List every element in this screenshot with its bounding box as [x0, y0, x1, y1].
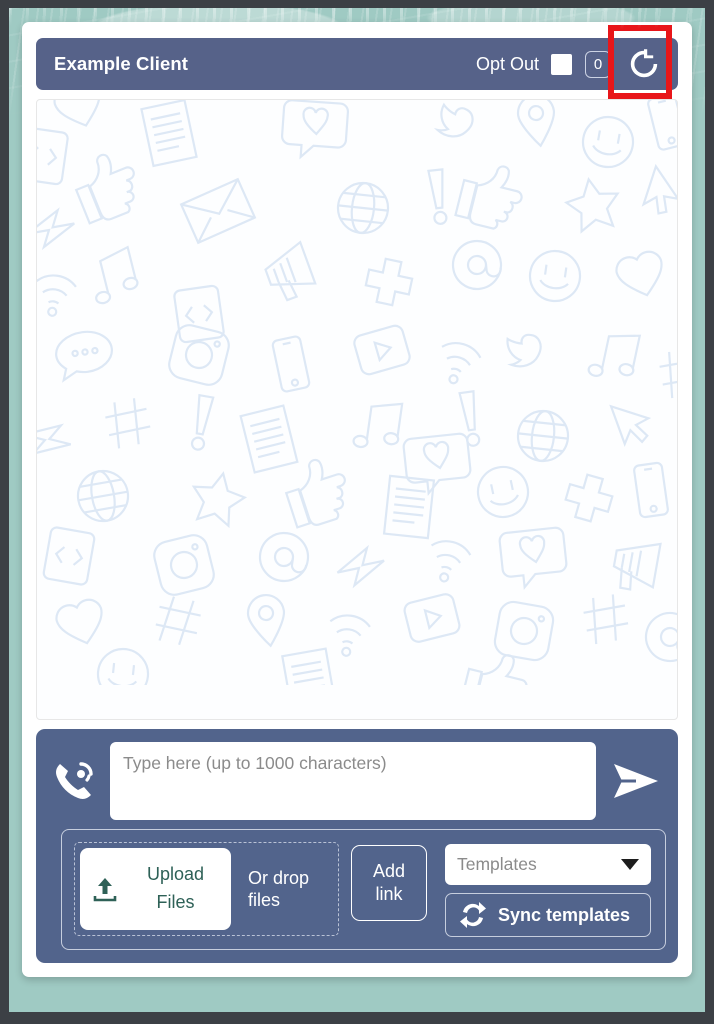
- header-actions: Opt Out 0: [476, 44, 664, 84]
- page-title: Example Client: [54, 53, 189, 74]
- phone-ring-icon: [47, 742, 101, 820]
- refresh-button[interactable]: [624, 44, 664, 84]
- templates-dropdown[interactable]: Templates: [445, 844, 651, 885]
- chevron-down-icon: [621, 859, 639, 870]
- sync-arrows-icon: [460, 902, 486, 928]
- add-link-label-line1: Add: [372, 860, 406, 881]
- composer-row: [47, 742, 667, 820]
- upload-arrow-icon: [84, 875, 126, 903]
- drop-files-hint: Or drop files: [248, 867, 310, 911]
- opt-out-label: Opt Out: [475, 53, 539, 74]
- refresh-icon: [630, 49, 658, 78]
- send-button[interactable]: [605, 742, 667, 820]
- attachments-panel: Upload Files Or drop files Add link Templa…: [61, 829, 666, 950]
- upload-files-button[interactable]: Upload Files: [80, 848, 231, 930]
- add-link-label-line2: link: [375, 884, 403, 904]
- templates-dropdown-label: Templates: [457, 854, 537, 874]
- send-paper-plane-icon: [614, 764, 658, 798]
- messaging-card: Example Client Opt Out 0 Type here (up t…: [22, 22, 692, 977]
- upload-files-label: Upload Files: [146, 864, 205, 912]
- templates-group: Templates Sync templates: [445, 844, 651, 937]
- conversation-area[interactable]: [36, 99, 678, 720]
- page-backdrop: Example Client Opt Out 0 Type here (up t…: [9, 8, 705, 1012]
- add-link-button[interactable]: Add link: [351, 845, 427, 921]
- opt-out-control[interactable]: Opt Out: [475, 53, 572, 75]
- unread-count-badge: 0: [585, 50, 611, 78]
- composer-panel: UploadFiles Or dropfiles Add link Templa…: [36, 729, 678, 963]
- client-header-bar: Example Client Opt Out 0: [36, 25, 678, 99]
- opt-out-checkbox[interactable]: [551, 53, 572, 75]
- sync-templates-button[interactable]: Sync templates: [445, 893, 651, 937]
- app-frame: Example Client Opt Out 0 Type here (up t…: [0, 0, 714, 1024]
- sync-templates-label: Sync templates: [498, 904, 631, 925]
- file-dropzone[interactable]: Upload Files Or drop files: [74, 842, 339, 936]
- message-input[interactable]: [110, 742, 596, 820]
- conversation-watermark: [37, 100, 677, 685]
